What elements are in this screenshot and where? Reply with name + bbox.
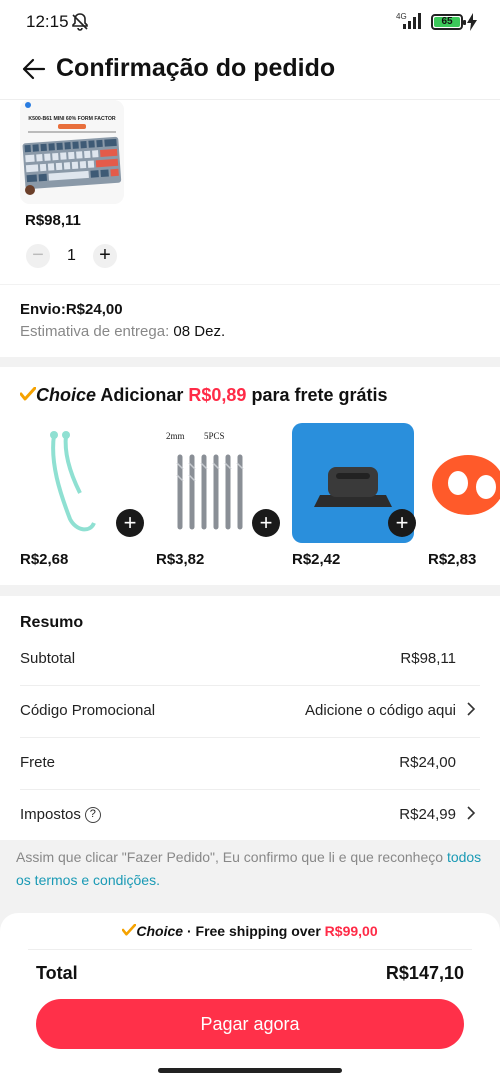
subtotal-value: R$98,11 (400, 650, 456, 667)
free-shipping-amount: R$0,89 (188, 385, 247, 405)
product-image-text: K500-B61 MINI 60% FORM FACTOR (28, 116, 115, 122)
shipping-price: Envio:R$24,00 (20, 301, 123, 318)
terms-text: Assim que clicar "Fazer Pedido", Eu conf… (16, 849, 444, 865)
shipping-fee-row: Frete R$24,00 (20, 738, 480, 790)
banner-text: · Free shipping over (186, 923, 321, 939)
choice-logo: Choice (36, 385, 97, 405)
addon-image-port-plug: + (292, 423, 416, 543)
addon-label-count: 5PCS (204, 431, 225, 441)
promo-code-label: Código Promocional (20, 702, 156, 719)
status-bar: 12:15 4G 65 (0, 0, 500, 44)
quantity-value[interactable]: 1 (67, 247, 76, 265)
addon-item[interactable]: + R$2,68 (20, 423, 144, 568)
taxes-value: R$24,99 (399, 806, 456, 823)
delivery-estimate-label: Estimativa de entrega: (20, 323, 170, 340)
shipping-fee-label: Frete (20, 754, 56, 771)
help-icon[interactable]: ? (84, 807, 101, 824)
taxes-row[interactable]: Impostos? R$24,99 (20, 790, 480, 842)
page-header: Confirmação do pedido (0, 44, 500, 100)
free-shipping-prefix: Adicionar (100, 385, 184, 405)
subtotal-label: Subtotal (20, 650, 76, 667)
muted-bell-icon (70, 12, 90, 37)
total-value: R$147,10 (385, 963, 464, 983)
shipping-fee-value: R$24,00 (399, 754, 456, 771)
chevron-right-icon (466, 700, 476, 722)
delivery-estimate-date: 08 Dez. (173, 323, 226, 340)
divider (28, 949, 472, 950)
banner-amount: R$99,00 (324, 923, 378, 939)
total-label: Total (36, 963, 78, 983)
choice-logo: Choice (136, 923, 184, 939)
product-image[interactable]: K500-B61 MINI 60% FORM FACTOR (20, 100, 124, 204)
charging-icon (466, 13, 478, 36)
addon-image-strap: + (20, 423, 144, 543)
free-shipping-prompt: Choice Adicionar R$0,89 para frete gráti… (19, 385, 388, 406)
promo-code-row[interactable]: Código Promocional Adicione o código aqu… (20, 686, 480, 738)
checkout-bar: Choice · Free shipping over R$99,00 Tota… (0, 913, 500, 1083)
free-shipping-suffix: para frete grátis (251, 385, 388, 405)
choice-check-icon (19, 385, 37, 405)
shipping-section: Envio:R$24,00 Estimativa de entrega: 08 … (0, 285, 500, 357)
addon-item[interactable]: R$2,83 (428, 423, 500, 568)
product-price: R$98,11 (25, 212, 81, 229)
addon-image-drill-bits: 2mm 5PCS + (156, 423, 280, 543)
addon-image-ear-hooks (428, 423, 500, 543)
add-addon-button[interactable]: + (388, 509, 416, 537)
addon-price: R$3,82 (156, 551, 205, 568)
page-title: Confirmação do pedido (56, 54, 336, 82)
subtotal-row: Subtotal R$98,11 (20, 634, 480, 686)
promo-code-value[interactable]: Adicione o código aqui (305, 702, 456, 719)
addon-price: R$2,83 (428, 551, 477, 568)
delivery-estimate: Estimativa de entrega: 08 Dez. (20, 323, 225, 340)
product-section: K500-B61 MINI 60% FORM FACTOR R$98,11 − … (0, 100, 500, 284)
home-indicator[interactable] (158, 1068, 342, 1073)
summary-title: Resumo (20, 614, 84, 631)
addon-item[interactable]: 2mm 5PCS + R$3,82 (156, 423, 280, 568)
quantity-plus-button[interactable]: + (93, 244, 117, 268)
addon-price: R$2,42 (292, 551, 341, 568)
pay-now-button[interactable]: Pagar agora (36, 999, 464, 1049)
addon-item[interactable]: + R$2,42 (292, 423, 416, 568)
add-addon-button[interactable]: + (116, 509, 144, 537)
addon-label-size: 2mm (166, 431, 185, 441)
order-summary: Resumo Subtotal R$98,11 Código Promocion… (0, 596, 500, 840)
back-arrow-icon[interactable] (20, 56, 46, 82)
terms-notice: Assim que clicar "Fazer Pedido", Eu conf… (16, 846, 486, 892)
quantity-minus-button[interactable]: − (26, 244, 50, 268)
chevron-right-icon (466, 804, 476, 826)
add-addon-button[interactable]: + (252, 509, 280, 537)
taxes-label: Impostos (20, 806, 81, 823)
battery-level: 65 (434, 17, 460, 27)
addon-price: R$2,68 (20, 551, 69, 568)
status-time: 12:15 (26, 12, 69, 31)
choice-addons-section: Choice Adicionar R$0,89 para frete gráti… (0, 367, 500, 585)
free-shipping-banner: Choice · Free shipping over R$99,00 (0, 923, 500, 939)
choice-check-icon (122, 923, 137, 939)
battery-icon: 65 (431, 14, 466, 30)
taxes-label-wrap: Impostos? (20, 806, 101, 824)
signal-icon (395, 12, 425, 35)
